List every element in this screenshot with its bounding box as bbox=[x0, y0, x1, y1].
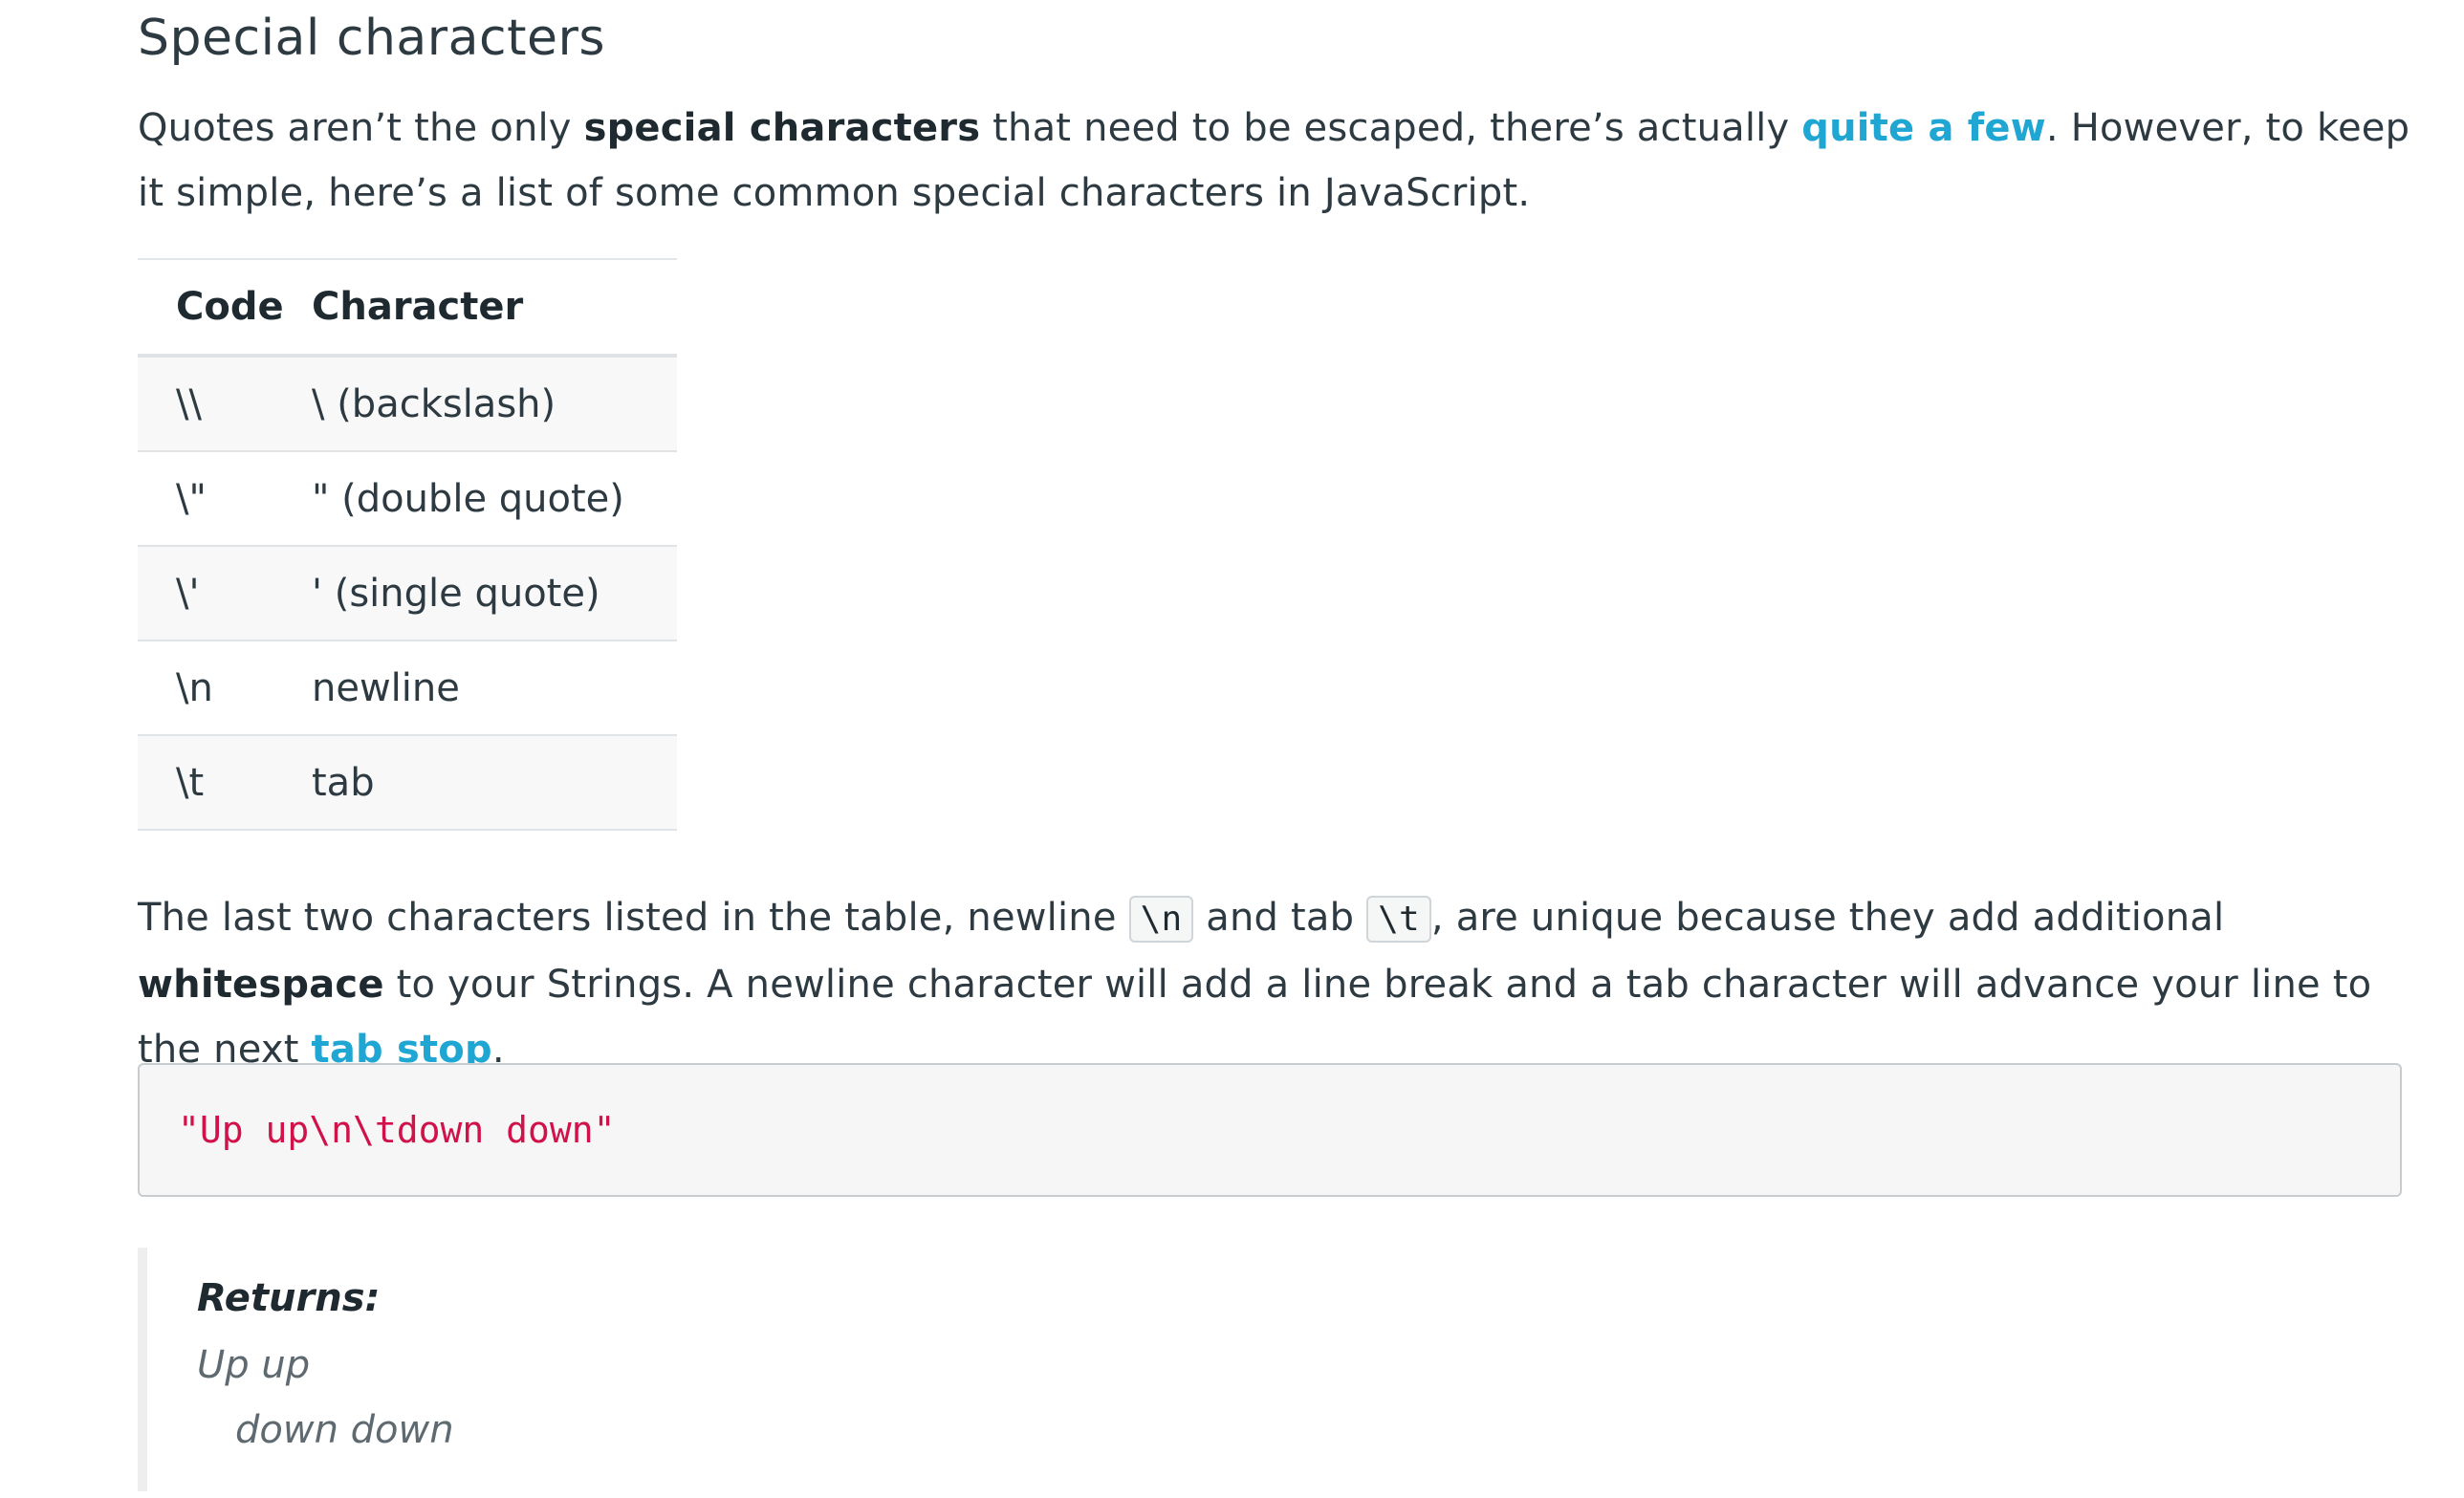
returns-label: Returns: bbox=[197, 1276, 381, 1320]
returns-output-block: Returns: Up up down down bbox=[138, 1248, 1103, 1491]
cell-character: " (double quote) bbox=[312, 451, 677, 547]
whitespace-paragraph: The last two characters listed in the ta… bbox=[138, 885, 2432, 1082]
quite-a-few-link[interactable]: quite a few bbox=[1801, 106, 2046, 150]
intro-text-1: Quotes aren’t the only bbox=[138, 106, 584, 150]
section-title: Special characters bbox=[138, 10, 605, 67]
table-row: \t tab bbox=[138, 735, 677, 831]
table-row: \\ \ (backslash) bbox=[138, 356, 677, 452]
table-header-row: Code Character bbox=[138, 258, 677, 358]
output-line-1: Up up bbox=[197, 1343, 311, 1387]
output-line-2: down down bbox=[235, 1408, 454, 1452]
cell-code: \" bbox=[138, 451, 312, 547]
table-row: \" " (double quote) bbox=[138, 451, 677, 547]
code-block-string: "Up up\n\tdown down" bbox=[178, 1109, 616, 1151]
table-row: \' ' (single quote) bbox=[138, 546, 677, 641]
cell-character: \ (backslash) bbox=[312, 356, 677, 452]
intro-bold-special-characters: special characters bbox=[583, 106, 981, 150]
cell-character: tab bbox=[312, 735, 677, 831]
cell-code: \' bbox=[138, 546, 312, 641]
intro-text-2: that need to be escaped, there’s actuall… bbox=[980, 106, 1802, 150]
cell-code: \n bbox=[138, 640, 312, 736]
cell-character: ' (single quote) bbox=[312, 546, 677, 641]
cell-code: \t bbox=[138, 735, 312, 831]
para2-bold-whitespace: whitespace bbox=[138, 963, 384, 1007]
para2-text-2: and tab bbox=[1193, 896, 1367, 940]
para2-text-3: , are unique because they add additional bbox=[1430, 896, 2225, 940]
code-block: "Up up\n\tdown down" bbox=[138, 1063, 2402, 1197]
intro-paragraph: Quotes aren’t the only special character… bbox=[138, 96, 2432, 226]
column-header-code: Code bbox=[138, 258, 312, 358]
table-row: \n newline bbox=[138, 640, 677, 736]
inline-code-tab: \t bbox=[1366, 896, 1431, 943]
cell-character: newline bbox=[312, 640, 677, 736]
cell-code: \\ bbox=[138, 356, 312, 452]
para2-text-1: The last two characters listed in the ta… bbox=[138, 896, 1129, 940]
column-header-character: Character bbox=[312, 258, 677, 358]
special-characters-table: Code Character \\ \ (backslash) \" " (do… bbox=[138, 258, 677, 831]
inline-code-newline: \n bbox=[1128, 896, 1194, 943]
